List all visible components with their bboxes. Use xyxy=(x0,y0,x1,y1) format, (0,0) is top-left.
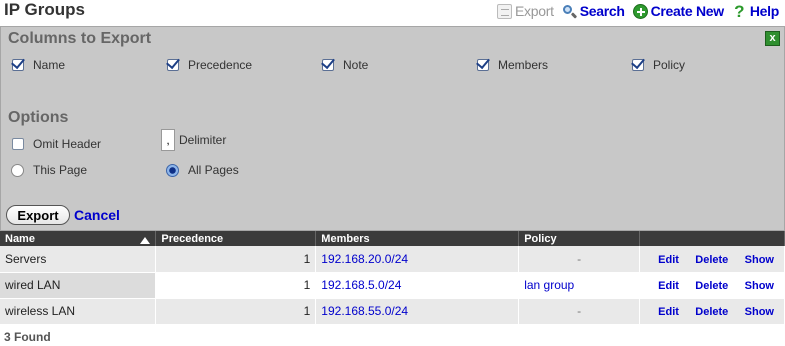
column-header-precedence[interactable]: Precedence xyxy=(155,231,317,246)
column-header-name[interactable]: Name xyxy=(0,231,157,246)
delimiter-option: Delimiter xyxy=(161,129,226,151)
this-page-radio[interactable] xyxy=(11,163,24,177)
policy-checkbox-label: Policy xyxy=(653,58,686,72)
row-name-cell: Servers xyxy=(0,246,157,273)
export-action[interactable]: Export xyxy=(497,3,554,19)
show-link[interactable]: Show xyxy=(745,280,774,292)
row-policy-link[interactable]: lan group xyxy=(518,272,641,299)
all-pages-option[interactable]: All Pages xyxy=(166,163,239,177)
cancel-link[interactable]: Cancel xyxy=(74,207,120,223)
edit-link[interactable]: Edit xyxy=(658,306,679,318)
column-header-actions xyxy=(639,231,785,246)
export-icon xyxy=(497,3,513,19)
show-link[interactable]: Show xyxy=(745,254,774,266)
row-name-cell: wired LAN xyxy=(0,272,157,299)
table-row: Servers 1 192.168.20.0/24 - Edit Delete … xyxy=(0,246,785,273)
row-precedence-cell: 1 xyxy=(155,246,317,273)
name-header-label: Name xyxy=(5,232,35,245)
title-bar: IP Groups Export Search Create New ? Hel… xyxy=(0,0,785,24)
ip-groups-table: Name Precedence Members Policy Servers 1… xyxy=(0,231,785,325)
name-checkbox-label: Name xyxy=(33,58,66,72)
create-new-action[interactable]: Create New xyxy=(632,3,725,19)
all-pages-radio[interactable] xyxy=(166,163,179,177)
members-checkbox[interactable] xyxy=(477,59,489,71)
omit-header-label: Omit Header xyxy=(33,137,102,151)
table-row: wireless LAN 1 192.168.55.0/24 - Edit De… xyxy=(0,298,785,325)
export-panel: x Columns to Export Name Precedence Note… xyxy=(0,26,785,231)
delete-link[interactable]: Delete xyxy=(695,254,728,266)
help-action[interactable]: ? Help xyxy=(732,1,779,21)
delimiter-label: Delimiter xyxy=(179,133,227,147)
show-link[interactable]: Show xyxy=(745,306,774,318)
row-policy-cell: - xyxy=(518,298,641,325)
create-new-label: Create New xyxy=(650,3,725,19)
search-action[interactable]: Search xyxy=(562,3,625,19)
table-header-row: Name Precedence Members Policy xyxy=(0,231,785,246)
precedence-checkbox[interactable] xyxy=(167,59,179,71)
column-option-name[interactable]: Name xyxy=(12,58,65,72)
page-title: IP Groups xyxy=(4,0,85,19)
columns-heading: Columns to Export xyxy=(8,30,152,47)
policy-checkbox[interactable] xyxy=(632,59,644,71)
row-actions-cell: Edit Delete Show xyxy=(639,272,785,299)
note-checkbox-label: Note xyxy=(343,58,369,72)
results-count: 3 Found xyxy=(4,330,51,344)
table-row: wired LAN 1 192.168.5.0/24 lan group Edi… xyxy=(0,272,785,299)
note-checkbox[interactable] xyxy=(322,59,334,71)
close-panel-button[interactable]: x xyxy=(765,31,780,46)
all-pages-label: All Pages xyxy=(188,163,239,177)
precedence-checkbox-label: Precedence xyxy=(188,58,253,72)
column-option-members[interactable]: Members xyxy=(477,58,548,72)
row-members-link[interactable]: 192.168.5.0/24 xyxy=(315,272,520,299)
search-icon xyxy=(562,4,577,19)
page-actions: Export Search Create New ? Help xyxy=(497,1,779,21)
row-actions-cell: Edit Delete Show xyxy=(639,246,785,273)
delete-link[interactable]: Delete xyxy=(695,280,728,292)
edit-link[interactable]: Edit xyxy=(658,280,679,292)
row-name-cell: wireless LAN xyxy=(0,298,157,325)
column-option-note[interactable]: Note xyxy=(322,58,368,72)
this-page-label: This Page xyxy=(33,163,88,177)
members-checkbox-label: Members xyxy=(498,58,549,72)
plus-circle-icon xyxy=(632,3,648,19)
edit-link[interactable]: Edit xyxy=(658,254,679,266)
column-header-members[interactable]: Members xyxy=(315,231,520,246)
help-label: Help xyxy=(749,3,779,19)
this-page-option[interactable]: This Page xyxy=(11,163,87,177)
row-members-link[interactable]: 192.168.20.0/24 xyxy=(315,246,520,273)
help-question-icon: ? xyxy=(734,1,745,21)
column-header-policy[interactable]: Policy xyxy=(518,231,641,246)
name-checkbox[interactable] xyxy=(12,59,24,71)
export-action-label: Export xyxy=(515,3,554,19)
row-members-link[interactable]: 192.168.55.0/24 xyxy=(315,298,520,325)
column-option-policy[interactable]: Policy xyxy=(632,58,685,72)
row-actions-cell: Edit Delete Show xyxy=(639,298,785,325)
export-button[interactable]: Export xyxy=(6,205,70,225)
omit-header-checkbox[interactable] xyxy=(12,138,24,150)
delimiter-input[interactable] xyxy=(161,129,175,151)
omit-header-option[interactable]: Omit Header xyxy=(12,137,101,151)
options-heading: Options xyxy=(8,109,69,126)
row-precedence-cell: 1 xyxy=(155,298,317,325)
delete-link[interactable]: Delete xyxy=(695,306,728,318)
search-action-label: Search xyxy=(579,3,625,19)
close-icon: x xyxy=(769,32,776,44)
row-policy-cell: - xyxy=(518,246,641,273)
column-option-precedence[interactable]: Precedence xyxy=(167,58,252,72)
sort-ascending-icon xyxy=(140,236,151,244)
row-precedence-cell: 1 xyxy=(155,272,317,299)
